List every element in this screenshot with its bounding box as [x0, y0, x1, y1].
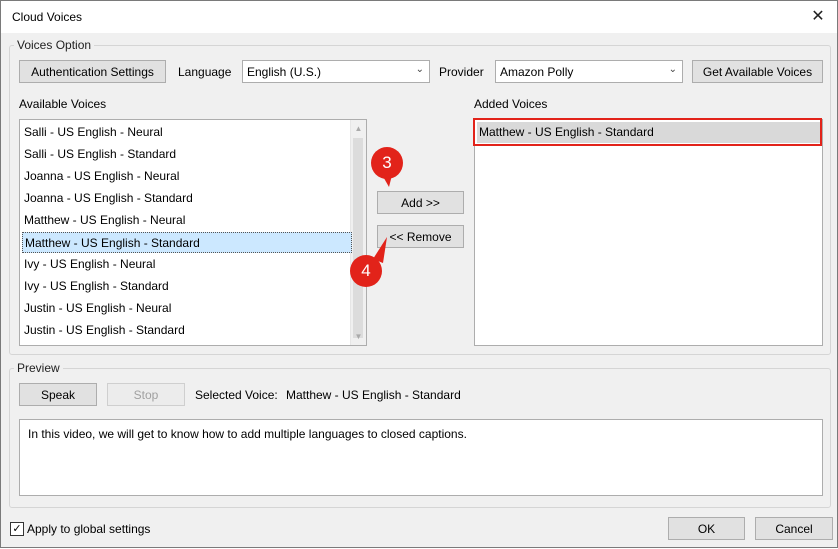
- checkmark-icon: ✓: [12, 523, 22, 535]
- added-voice-highlight: [473, 118, 822, 146]
- preview-legend: Preview: [14, 361, 63, 375]
- preview-text-input[interactable]: In this video, we will get to know how t…: [19, 419, 823, 496]
- ok-button[interactable]: OK: [668, 517, 745, 540]
- added-voices-list[interactable]: Matthew - US English - Standard: [474, 119, 823, 346]
- apply-global-label: Apply to global settings: [27, 522, 151, 536]
- selected-voice-value: Matthew - US English - Standard: [286, 388, 461, 402]
- cancel-button[interactable]: Cancel: [755, 517, 833, 540]
- added-voices-label: Added Voices: [474, 97, 548, 111]
- cloud-voices-dialog: Cloud Voices ✕ Voices Option Authenticat…: [0, 0, 838, 548]
- apply-global-checkbox[interactable]: ✓: [10, 522, 24, 536]
- callout-step-4: 4: [350, 255, 382, 287]
- callout-step-3: 3: [371, 147, 403, 179]
- speak-button[interactable]: Speak: [19, 383, 97, 406]
- selected-voice-label: Selected Voice:: [195, 388, 278, 402]
- stop-button[interactable]: Stop: [107, 383, 185, 406]
